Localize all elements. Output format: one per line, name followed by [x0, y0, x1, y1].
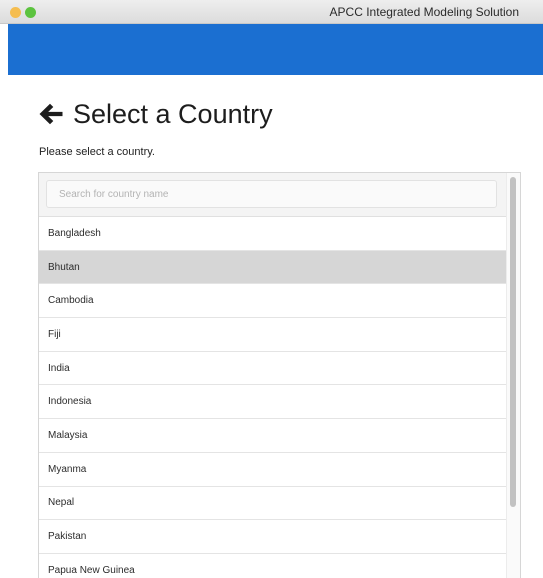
country-list-item[interactable]: Papua New Guinea: [39, 553, 507, 578]
page-title: Select a Country: [73, 98, 273, 129]
arrow-left-icon[interactable]: [38, 102, 64, 126]
app-header-bar: [8, 24, 543, 75]
country-list-item[interactable]: Myanma: [39, 452, 507, 487]
country-list-item[interactable]: Fiji: [39, 318, 507, 352]
country-list-item[interactable]: Malaysia: [39, 419, 507, 453]
country-list-item[interactable]: Bangladesh: [39, 217, 507, 251]
country-search-input[interactable]: [46, 180, 497, 208]
app-window: APCC Integrated Modeling Solution Select…: [0, 0, 543, 578]
list-scrollbar[interactable]: [506, 173, 520, 578]
window-title: APCC Integrated Modeling Solution: [329, 5, 519, 19]
country-list-item[interactable]: Nepal: [39, 486, 507, 521]
minimize-window-button[interactable]: [10, 7, 21, 18]
country-list-item[interactable]: Pakistan: [39, 520, 507, 554]
window-titlebar: APCC Integrated Modeling Solution: [0, 0, 543, 24]
page-subtitle: Please select a country.: [39, 146, 155, 158]
page-heading: Select a Country: [38, 96, 273, 132]
zoom-window-button[interactable]: [25, 7, 36, 18]
country-list-item[interactable]: Indonesia: [39, 385, 507, 420]
search-bar: [39, 173, 507, 217]
country-list-item[interactable]: Bhutan: [39, 250, 507, 285]
scrollbar-thumb[interactable]: [510, 177, 516, 507]
country-list-item[interactable]: India: [39, 351, 507, 386]
country-list: Bangladesh Bhutan Cambodia Fiji India Indones…: [39, 217, 507, 578]
country-list-panel: BangladeshBhutanCambodiaFijiIndiaIndones…: [38, 172, 521, 578]
country-list-item[interactable]: Cambodia: [39, 284, 507, 319]
